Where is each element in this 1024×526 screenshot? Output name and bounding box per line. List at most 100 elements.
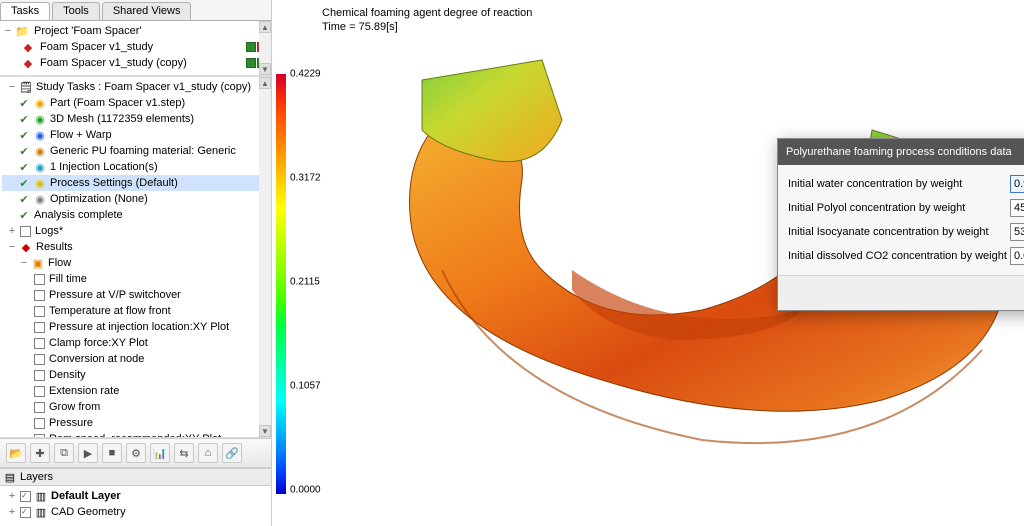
dialog-titlebar[interactable]: Polyurethane foaming process conditions … xyxy=(778,139,1024,165)
result-item[interactable]: Extension rate xyxy=(2,383,271,399)
checkbox[interactable] xyxy=(34,290,45,301)
project-study-1[interactable]: ◆ Foam Spacer v1_study xyxy=(2,39,271,55)
chart-icon[interactable]: 📊 xyxy=(150,443,170,463)
viewport-3d[interactable]: Chemical foaming agent degree of reactio… xyxy=(272,0,1024,526)
checkbox[interactable] xyxy=(34,322,45,333)
study-item[interactable]: ✔◉Process Settings (Default) xyxy=(2,175,271,191)
dialog-footer: OK Cancel Help xyxy=(778,275,1024,310)
study-item-label: Part (Foam Spacer v1.step) xyxy=(50,97,185,109)
study-item[interactable]: ✔◉Part (Foam Spacer v1.step) xyxy=(2,95,271,111)
scrollbar[interactable]: ▲ ▼ xyxy=(259,21,271,75)
result-item[interactable]: Density xyxy=(2,367,271,383)
stop-icon[interactable]: ■ xyxy=(102,443,122,463)
tab-tools[interactable]: Tools xyxy=(52,2,100,20)
checkbox[interactable] xyxy=(34,306,45,317)
compare-icon[interactable]: ⇆ xyxy=(174,443,194,463)
checkbox[interactable] xyxy=(34,354,45,365)
result-item[interactable]: Temperature at flow front xyxy=(2,303,271,319)
result-item[interactable]: Grow from xyxy=(2,399,271,415)
run-icon[interactable]: ▶ xyxy=(78,443,98,463)
project-study-2[interactable]: ◆ Foam Spacer v1_study (copy) xyxy=(2,55,271,71)
layers-header[interactable]: ▤ Layers xyxy=(0,468,271,486)
result-item[interactable]: Pressure xyxy=(2,415,271,431)
layers-title: Layers xyxy=(20,471,53,483)
viewport-heading: Chemical foaming agent degree of reactio… xyxy=(322,6,532,34)
results-icon: ◆ xyxy=(20,241,32,253)
new-icon[interactable]: ✚ xyxy=(30,443,50,463)
field-input[interactable] xyxy=(1010,223,1024,241)
tasks-icon: 🗒 xyxy=(20,81,32,93)
dialog-field-row: Initial Polyol concentration by weight%[… xyxy=(788,197,1024,219)
scroll-down-icon[interactable]: ▼ xyxy=(259,425,271,437)
check-icon: ✔ xyxy=(18,97,30,109)
project-root[interactable]: − 📁 Project 'Foam Spacer' xyxy=(2,23,271,39)
study-item[interactable]: ✔◉Generic PU foaming material: Generic xyxy=(2,143,271,159)
expand-icon[interactable]: + xyxy=(6,225,18,237)
check-icon: ✔ xyxy=(18,193,30,205)
field-input[interactable] xyxy=(1010,247,1024,265)
result-item[interactable]: Clamp force:XY Plot xyxy=(2,335,271,351)
collapse-icon[interactable]: − xyxy=(6,81,18,93)
dialog-body: Initial water concentration by weight%[0… xyxy=(778,165,1024,275)
checkbox[interactable] xyxy=(34,274,45,285)
field-input[interactable] xyxy=(1010,199,1024,217)
layers-panel: ▤ Layers +▥Default Layer+▥CAD Geometry xyxy=(0,468,271,526)
scroll-up-icon[interactable]: ▲ xyxy=(259,21,271,33)
checkbox[interactable] xyxy=(20,491,31,502)
scroll-down-icon[interactable]: ▼ xyxy=(259,63,271,75)
results-node[interactable]: − ◆ Results xyxy=(2,239,271,255)
proc-icon: ◉ xyxy=(34,177,46,189)
collapse-icon[interactable]: − xyxy=(6,241,18,253)
legend-tick: 0.4229 xyxy=(290,69,321,80)
open-icon[interactable]: 📂 xyxy=(6,443,26,463)
result-item-label: Ram speed, recommended:XY Plot xyxy=(49,433,221,438)
checkbox[interactable] xyxy=(34,402,45,413)
opt-icon: ◉ xyxy=(34,193,46,205)
project-icon: 📁 xyxy=(16,25,28,37)
logs-node[interactable]: + Logs* xyxy=(2,223,271,239)
expand-icon[interactable]: + xyxy=(6,506,18,518)
result-item-label: Fill time xyxy=(49,273,87,285)
field-label: Initial Polyol concentration by weight xyxy=(788,202,1010,214)
expand-icon[interactable]: + xyxy=(6,490,18,502)
layer-row[interactable]: +▥Default Layer xyxy=(6,488,269,504)
copy-icon[interactable]: ⧉ xyxy=(54,443,74,463)
dialog-title-label: Polyurethane foaming process conditions … xyxy=(786,146,1012,158)
home-icon[interactable]: ⌂ xyxy=(198,443,218,463)
checkbox[interactable] xyxy=(34,386,45,397)
legend-tick: 0.1057 xyxy=(290,381,321,392)
result-item[interactable]: Fill time xyxy=(2,271,271,287)
study-item[interactable]: ✔◉1 Injection Location(s) xyxy=(2,159,271,175)
scrollbar[interactable]: ▲ ▼ xyxy=(259,77,271,437)
tab-tasks[interactable]: Tasks xyxy=(0,2,50,20)
flow-group[interactable]: − ▣ Flow xyxy=(2,255,271,271)
checkbox[interactable] xyxy=(34,418,45,429)
mini-toolbar: 📂✚⧉▶■⚙📊⇆⌂🔗 xyxy=(0,438,271,468)
settings-icon[interactable]: ⚙ xyxy=(126,443,146,463)
result-item[interactable]: Pressure at V/P switchover xyxy=(2,287,271,303)
checkbox[interactable] xyxy=(34,338,45,349)
study-item[interactable]: ✔◉3D Mesh (1172359 elements) xyxy=(2,111,271,127)
mesh-icon: ◉ xyxy=(34,113,46,125)
layer-row[interactable]: +▥CAD Geometry xyxy=(6,504,269,520)
study-item[interactable]: ✔◉Optimization (None) xyxy=(2,191,271,207)
link-icon[interactable]: 🔗 xyxy=(222,443,242,463)
flow-icon: ◉ xyxy=(34,129,46,141)
result-item-label: Extension rate xyxy=(49,385,119,397)
tab-shared-views[interactable]: Shared Views xyxy=(102,2,192,20)
study-header[interactable]: − 🗒 Study Tasks : Foam Spacer v1_study (… xyxy=(2,79,271,95)
checkbox[interactable] xyxy=(34,434,45,439)
collapse-icon[interactable]: − xyxy=(2,25,14,37)
checkbox[interactable] xyxy=(20,507,31,518)
field-input[interactable] xyxy=(1010,175,1024,193)
result-item[interactable]: Pressure at injection location:XY Plot xyxy=(2,319,271,335)
checkbox[interactable] xyxy=(34,370,45,381)
result-item[interactable]: Ram speed, recommended:XY Plot xyxy=(2,431,271,438)
flow-label: Flow xyxy=(48,257,71,269)
layer-icon: ▥ xyxy=(35,490,47,502)
result-item[interactable]: Conversion at node xyxy=(2,351,271,367)
checkbox[interactable] xyxy=(20,226,31,237)
scroll-up-icon[interactable]: ▲ xyxy=(259,77,271,89)
study-item[interactable]: ✔◉Flow + Warp xyxy=(2,127,271,143)
collapse-icon[interactable]: − xyxy=(18,257,30,269)
